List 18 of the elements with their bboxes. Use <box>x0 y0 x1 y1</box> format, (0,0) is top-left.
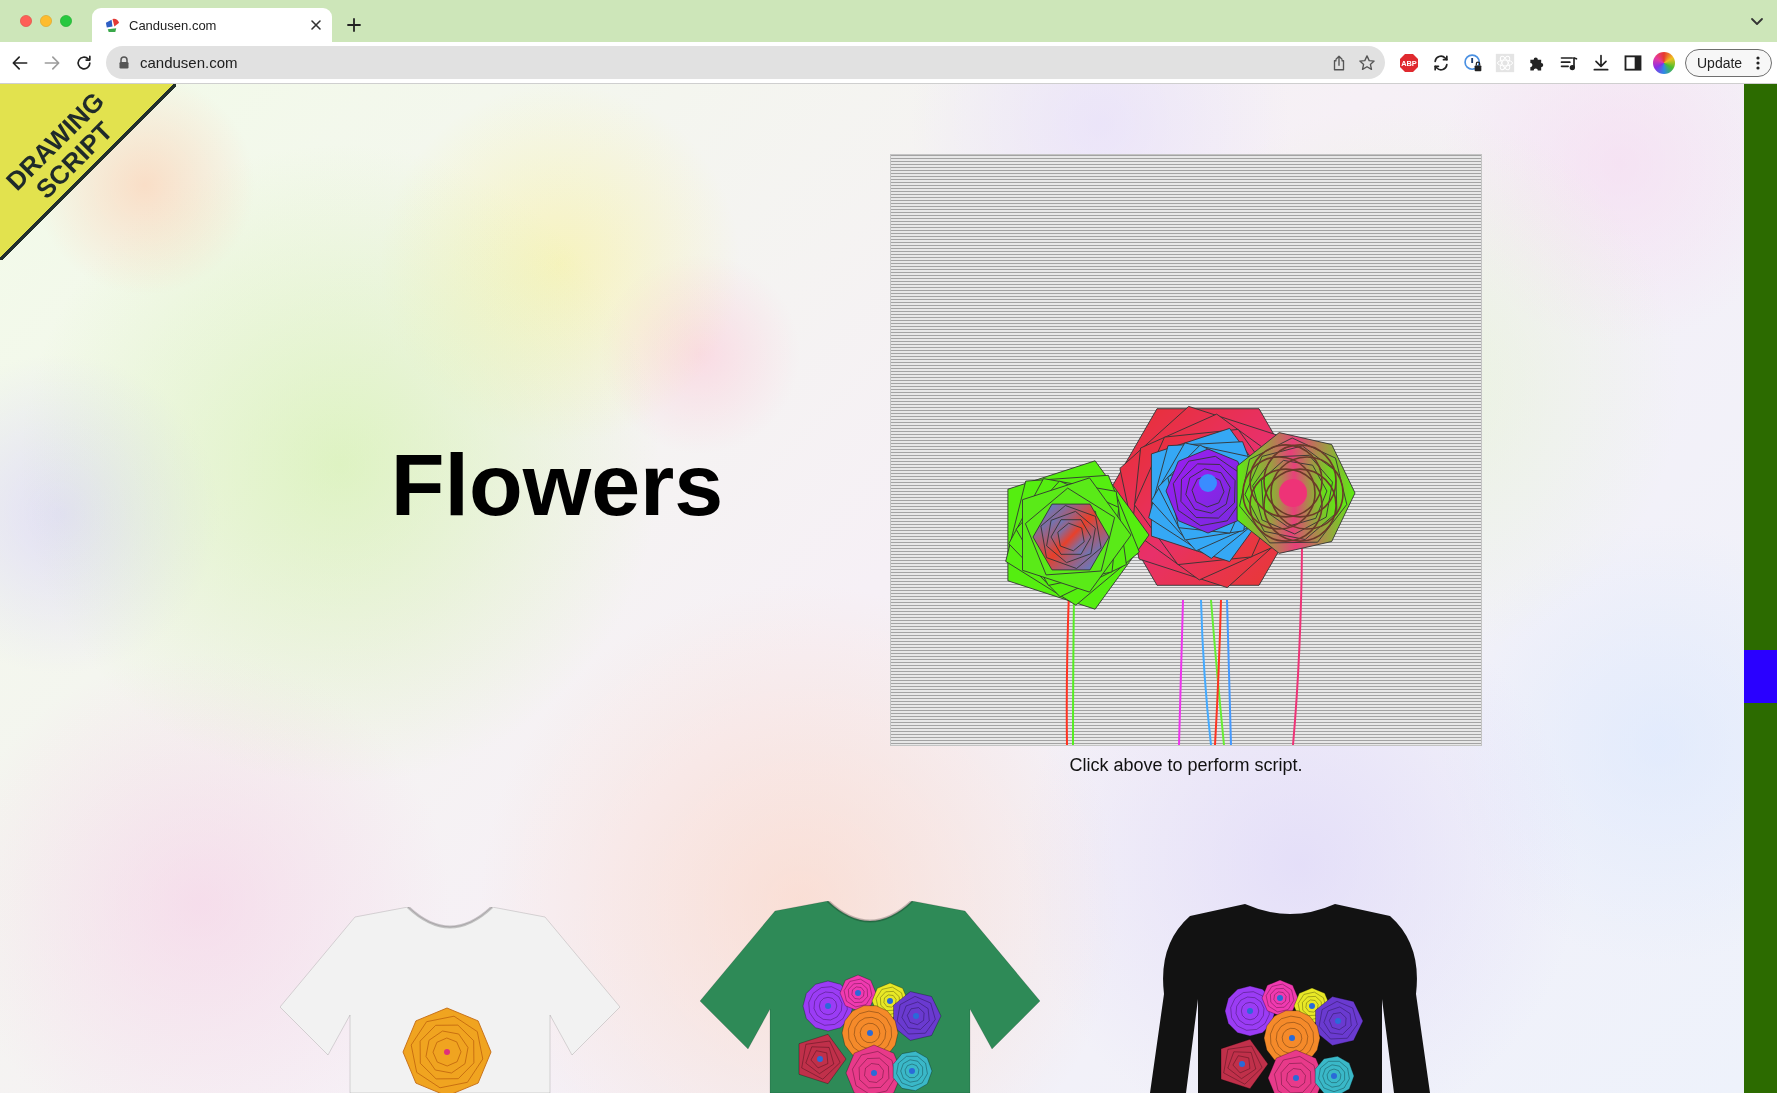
new-tab-icon[interactable] <box>346 17 362 33</box>
clock-lock-icon[interactable] <box>1463 52 1483 73</box>
favicon-icon <box>104 16 121 34</box>
close-tab-icon[interactable] <box>310 19 322 31</box>
bookmark-star-icon[interactable] <box>1358 53 1376 72</box>
avatar-icon[interactable] <box>1653 51 1675 74</box>
page-title: Flowers <box>390 441 724 529</box>
canvas-caption: Click above to perform script. <box>1069 754 1303 776</box>
browser-tab[interactable]: Candusen.com <box>92 8 332 42</box>
sidebar-icon[interactable] <box>1623 52 1643 73</box>
update-button[interactable]: Update <box>1685 48 1772 77</box>
lock-icon <box>118 56 130 69</box>
scrollbar-thumb[interactable] <box>1744 650 1777 703</box>
address-bar[interactable]: candusen.com <box>106 46 1385 79</box>
drawing-canvas[interactable] <box>890 154 1482 746</box>
more-options-icon[interactable] <box>1756 55 1761 70</box>
download-icon[interactable] <box>1591 52 1611 73</box>
sync-icon[interactable] <box>1431 52 1451 73</box>
